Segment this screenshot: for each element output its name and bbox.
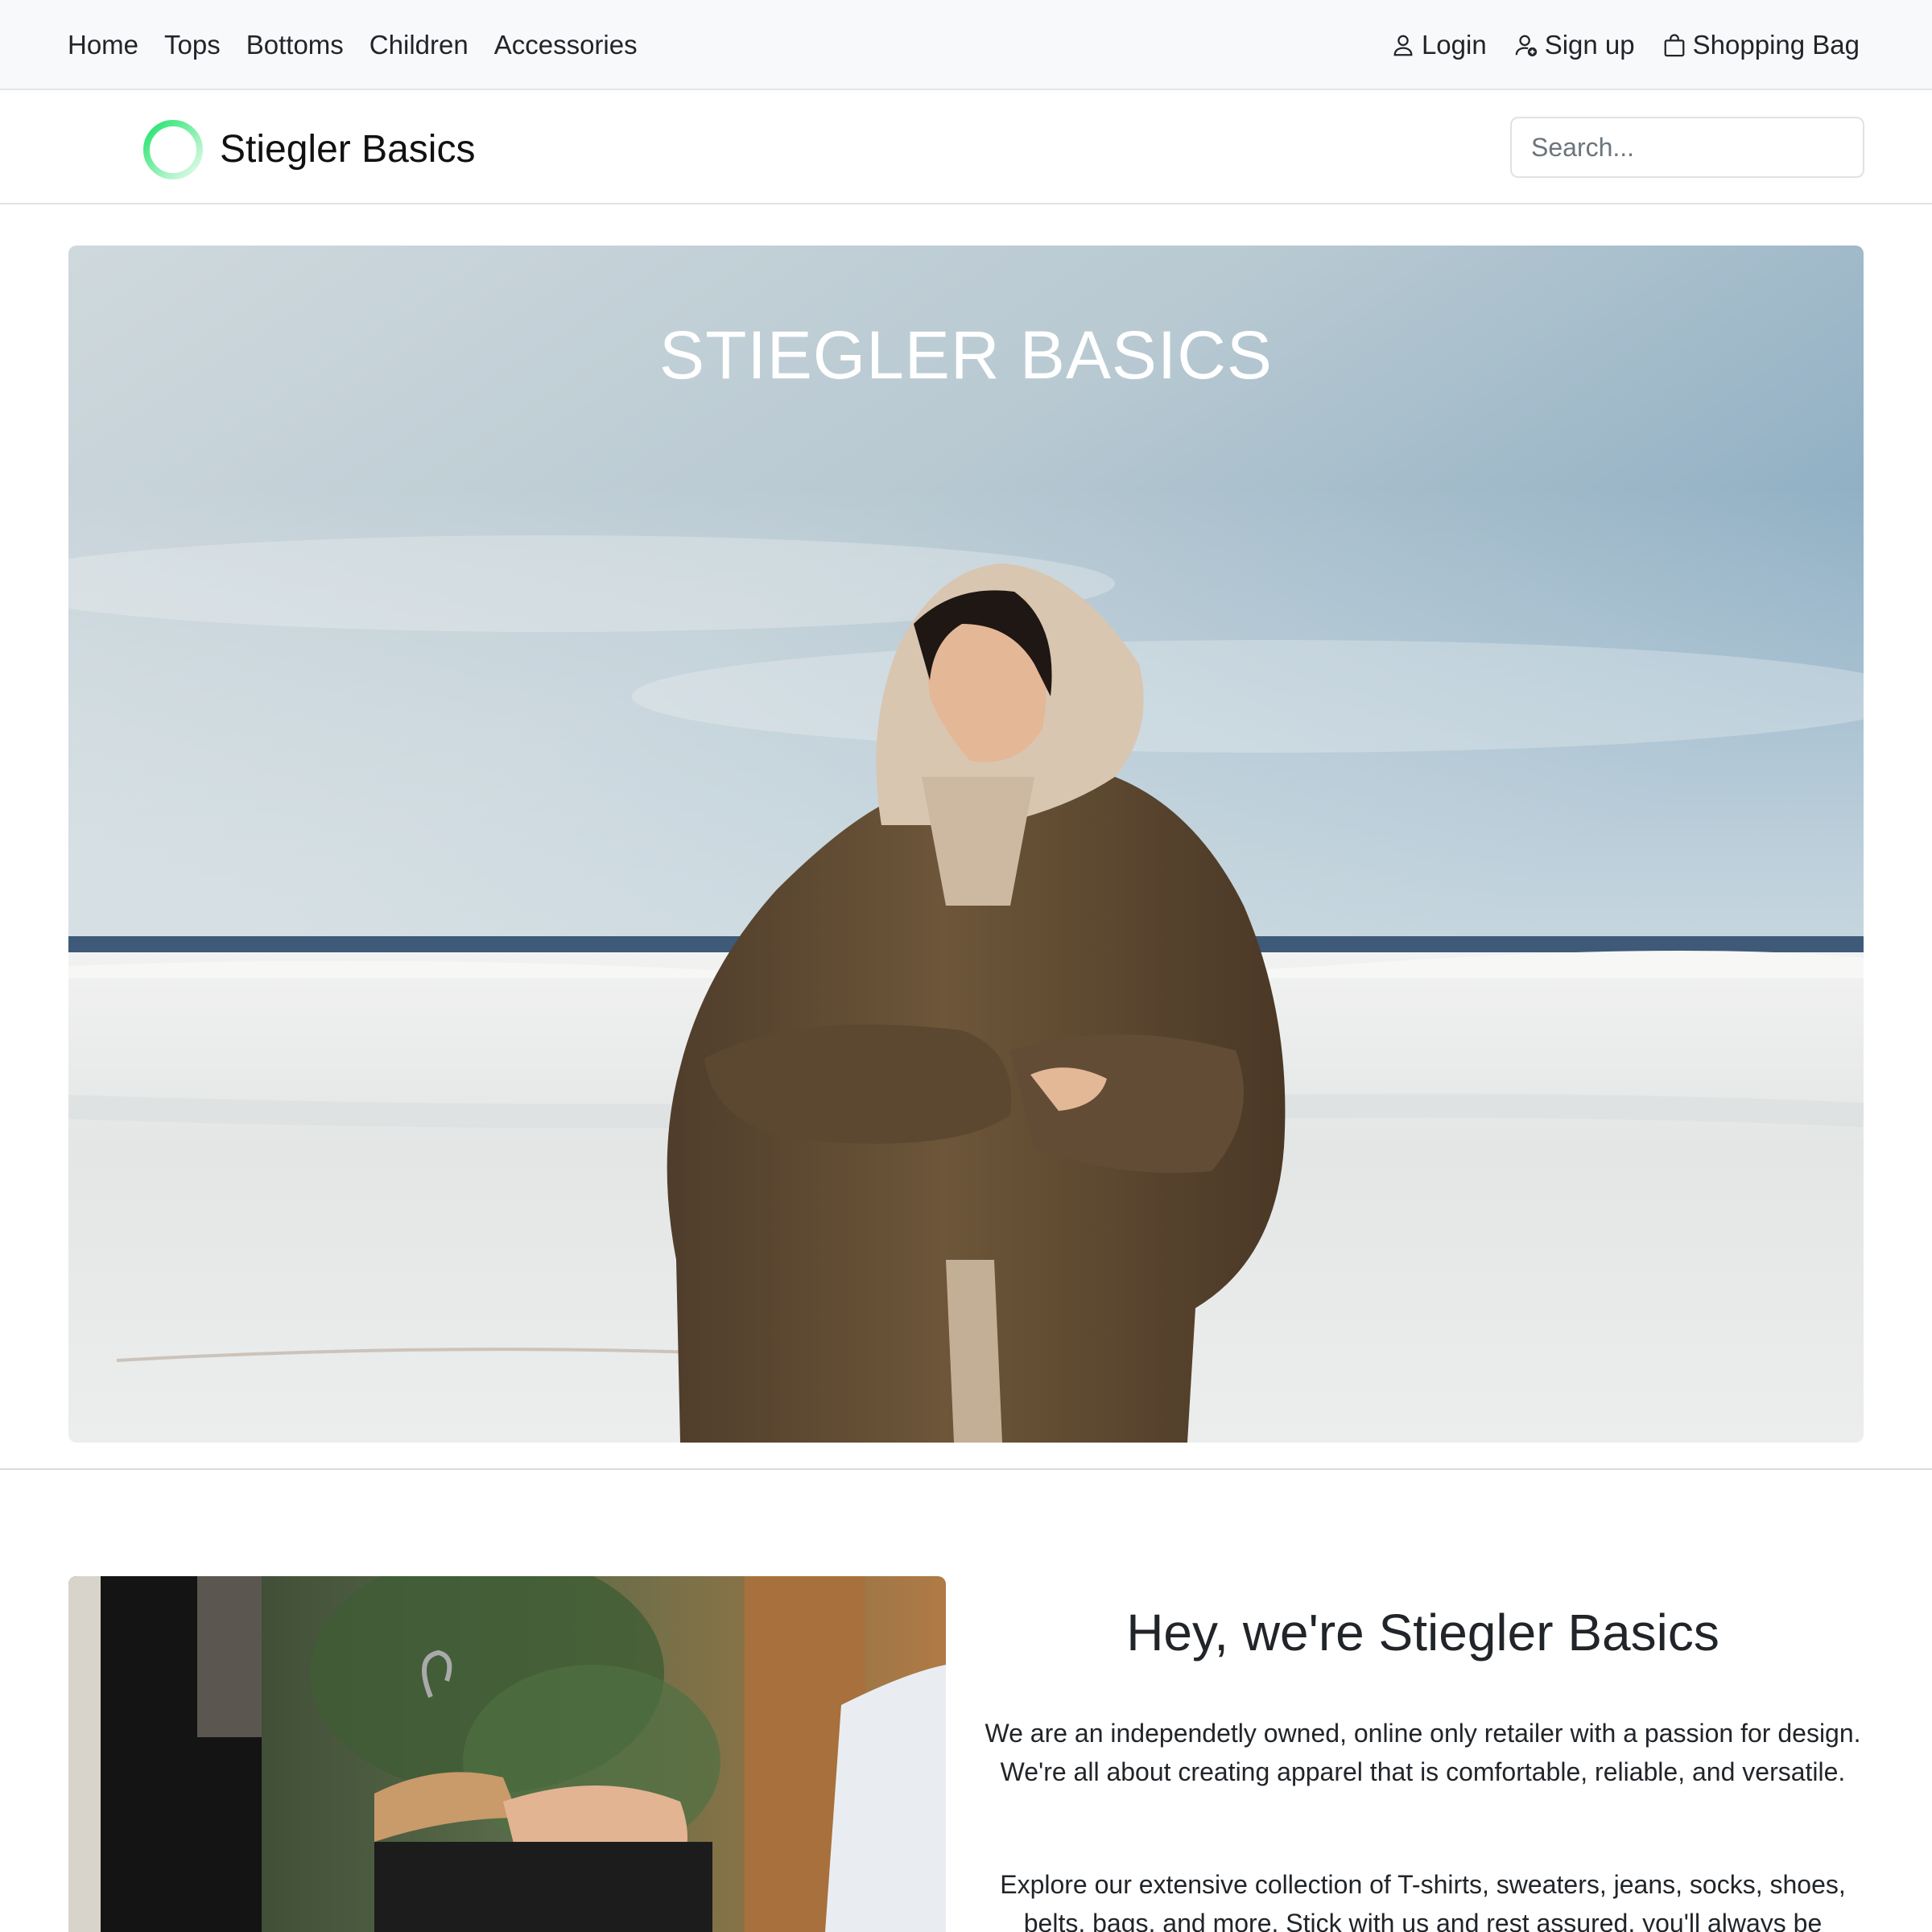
shopping-bag-icon	[1664, 34, 1685, 57]
nav-link-home[interactable]: Home	[55, 0, 151, 90]
nav-link-children[interactable]: Children	[357, 0, 481, 90]
person-icon	[1393, 35, 1413, 56]
about-section: Hey, we're Stiegler Basics We are an ind…	[966, 1602, 1880, 1932]
nav-link-accessories[interactable]: Accessories	[481, 0, 650, 90]
login-link[interactable]: Login	[1391, 30, 1487, 60]
signup-label: Sign up	[1544, 30, 1635, 60]
brand-name[interactable]: Stiegler Basics	[220, 122, 475, 176]
account-nav: Login Sign up Shopping Bag	[1391, 0, 1860, 90]
login-label: Login	[1421, 30, 1487, 60]
nav-link-bottoms[interactable]: Bottoms	[233, 0, 357, 90]
section-divider	[0, 1468, 1932, 1470]
hero-title: STIEGLER BASICS	[659, 317, 1273, 393]
brand-logo-icon[interactable]	[142, 118, 204, 181]
category-nav: Home Tops Bottoms Children Accessories	[55, 0, 650, 90]
nav-link-tops[interactable]: Tops	[151, 0, 233, 90]
about-paragraph-2: Explore our extensive collection of T-sh…	[1000, 1869, 1846, 1932]
clothes-hanger-photo	[68, 1576, 946, 1932]
search-input[interactable]	[1510, 117, 1864, 178]
about-heading: Hey, we're Stiegler Basics	[1126, 1604, 1719, 1662]
signup-link[interactable]: Sign up	[1514, 30, 1635, 60]
brand-bar: Stiegler Basics	[0, 90, 1932, 204]
person-add-icon	[1515, 35, 1537, 57]
hero-image	[68, 246, 1864, 1443]
shopping-bag-link[interactable]: Shopping Bag	[1662, 30, 1860, 60]
about-image	[68, 1576, 946, 1932]
shopping-bag-label: Shopping Bag	[1692, 30, 1860, 60]
about-paragraph-1: We are an independetly owned, online onl…	[985, 1718, 1861, 1786]
top-navbar: Home Tops Bottoms Children Accessories L…	[0, 0, 1932, 90]
hero-banner: STIEGLER BASICS	[68, 246, 1864, 1443]
